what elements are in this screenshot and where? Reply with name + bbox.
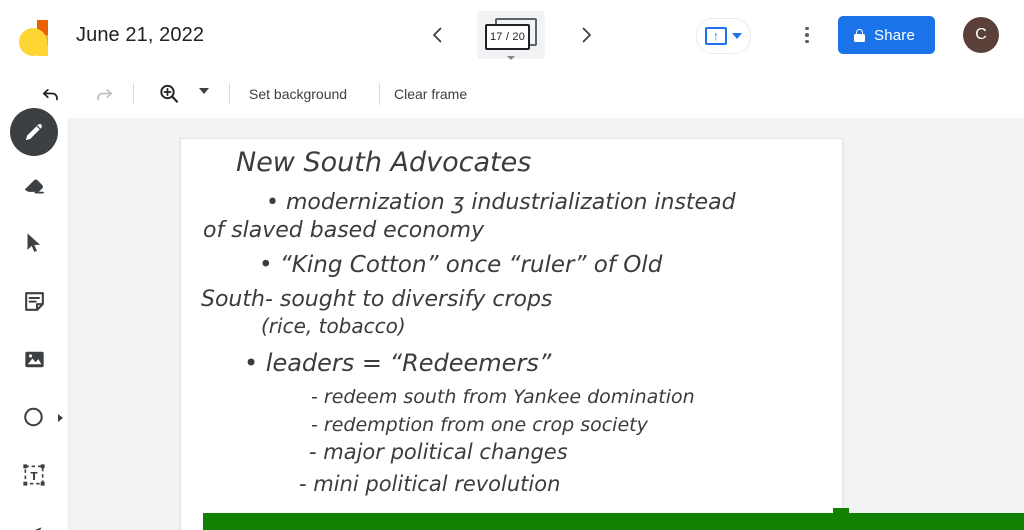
more-options-button[interactable] — [797, 20, 817, 50]
toolbar: Set background Clear frame — [0, 70, 1024, 119]
sidebar-item-select[interactable] — [14, 223, 54, 263]
canvas-area[interactable]: New South Advocates • modernization ʒ in… — [69, 118, 1024, 530]
ink-line: • leaders = “Redeemers” — [244, 349, 552, 377]
shape-dropdown-caret[interactable] — [58, 414, 63, 422]
ink-line: - major political changes — [309, 440, 568, 464]
present-arrow-glyph: ↑ — [713, 29, 719, 43]
sidebar-item-text-box[interactable]: T — [14, 455, 54, 495]
zoom-dropdown-caret[interactable] — [199, 88, 209, 94]
tool-sidebar: T — [0, 108, 69, 530]
set-background-button[interactable]: Set background — [249, 70, 347, 118]
more-vert-dot — [805, 33, 809, 37]
handwritten-notes: New South Advocates • modernization ʒ in… — [201, 147, 737, 496]
ink-line: of slaved based economy — [203, 218, 485, 243]
avatar-initial: C — [975, 26, 987, 43]
zoom-in-icon — [160, 84, 179, 103]
present-button[interactable]: ↑ — [696, 18, 751, 54]
frame-counter-button[interactable]: 17 / 20 — [477, 11, 545, 60]
zoom-button[interactable] — [155, 80, 183, 108]
circle-shape-icon — [24, 407, 43, 427]
toolbar-divider — [133, 83, 134, 105]
eraser-icon — [24, 179, 44, 194]
toolbar-divider — [379, 83, 380, 105]
laser-pointer-icon — [32, 526, 41, 530]
logo-circle — [19, 28, 47, 56]
sidebar-item-laser-pointer[interactable] — [14, 513, 54, 530]
more-vert-dot — [805, 39, 809, 44]
undo-icon — [42, 89, 58, 101]
text-box-icon: T — [23, 464, 45, 486]
ink-title: New South Advocates — [236, 147, 531, 178]
ink-line: - redeem south from Yankee domination — [311, 386, 695, 408]
redo-button[interactable] — [90, 80, 118, 108]
chevron-left-icon — [433, 27, 442, 43]
ink-line: (rice, tobacco) — [261, 314, 406, 338]
previous-frame-button[interactable] — [422, 19, 454, 51]
frame-counter-label: 17 / 20 — [485, 24, 530, 50]
undo-button[interactable] — [37, 80, 65, 108]
lock-body — [854, 33, 865, 42]
sticky-note-icon — [24, 291, 44, 311]
sidebar-item-sticky-note[interactable] — [14, 281, 54, 321]
app-header: June 21, 2022 17 / 20 ↑ Share C — [0, 0, 1024, 70]
redo-icon — [97, 89, 113, 101]
cursor-icon — [27, 233, 41, 252]
sidebar-item-eraser[interactable] — [14, 165, 54, 205]
chevron-down-icon[interactable] — [732, 33, 742, 39]
chevron-down-icon — [507, 56, 515, 60]
jamboard-app: June 21, 2022 17 / 20 ↑ Share C Set back… — [0, 0, 1024, 530]
pen-icon — [25, 123, 42, 141]
sidebar-item-shape[interactable] — [14, 397, 54, 437]
share-button-label: Share — [874, 26, 916, 44]
present-to-screen-icon: ↑ — [705, 27, 727, 45]
image-icon — [24, 351, 44, 367]
ink-line: - mini political revolution — [299, 472, 560, 496]
ink-line: - redemption from one crop society — [311, 414, 649, 436]
chevron-right-icon — [582, 27, 591, 43]
clear-frame-button[interactable]: Clear frame — [394, 70, 467, 118]
svg-text:T: T — [30, 471, 37, 483]
lock-icon — [854, 28, 865, 42]
jamboard-logo — [18, 14, 62, 58]
ink-line: • modernization ʒ industrialization inst… — [266, 190, 737, 215]
sidebar-item-image[interactable] — [14, 339, 54, 379]
avatar[interactable]: C — [963, 17, 999, 53]
more-vert-dot — [805, 26, 809, 31]
toolbar-divider — [229, 83, 230, 105]
ink-line: South- sought to diversify crops — [201, 287, 552, 312]
share-button[interactable]: Share — [838, 16, 936, 54]
jam-frame[interactable]: New South Advocates • modernization ʒ in… — [180, 138, 843, 530]
page-title[interactable]: June 21, 2022 — [76, 0, 204, 70]
ink-line: • “King Cotton” once “ruler” of Old — [259, 252, 663, 278]
next-frame-button[interactable] — [570, 19, 602, 51]
sidebar-item-pen[interactable] — [10, 108, 58, 156]
green-overlay-bar — [203, 513, 1024, 530]
